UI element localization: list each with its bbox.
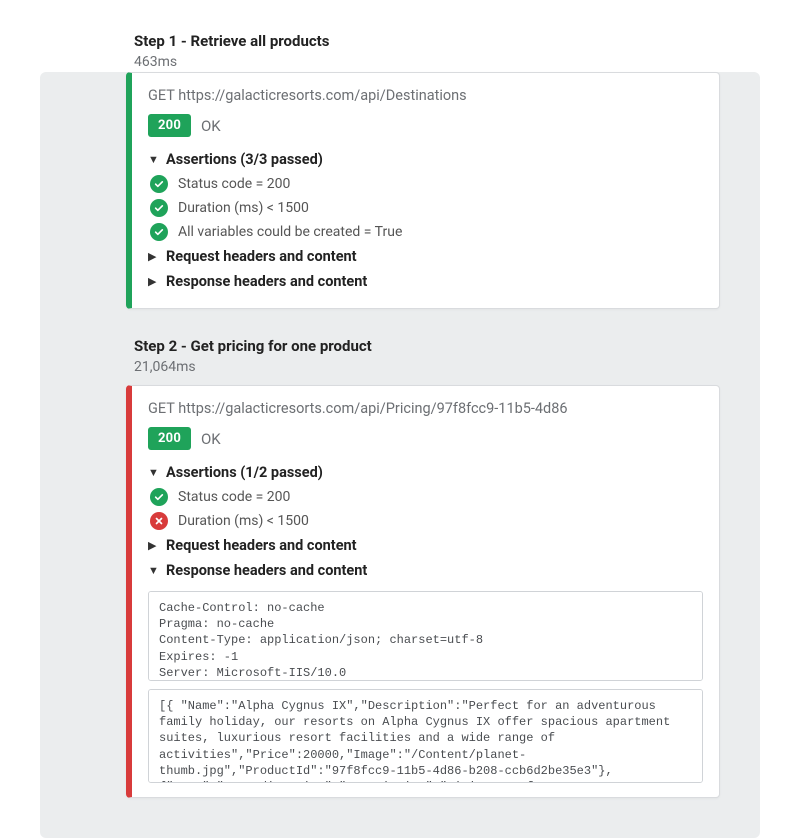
response-body-box[interactable]: [{ "Name":"Alpha Cygnus IX","Description…	[148, 689, 703, 783]
step-duration: 463ms	[134, 54, 760, 70]
assertion-row: Duration (ms) < 1500	[148, 509, 703, 533]
check-icon	[150, 175, 168, 193]
step-duration: 21,064ms	[134, 359, 760, 375]
response-headers-toggle[interactable]: ▶ Response headers and content	[148, 269, 703, 294]
assertion-row: All variables could be created = True	[148, 220, 703, 244]
assertions-toggle[interactable]: ▼ Assertions (3/3 passed)	[148, 147, 703, 172]
step-card: GET https://galacticresorts.com/api/Dest…	[126, 72, 720, 309]
assertion-row: Status code = 200	[148, 172, 703, 196]
results-container: GET https://galacticresorts.com/api/Dest…	[40, 72, 760, 838]
response-headers-box[interactable]: Cache-Control: no-cache Pragma: no-cache…	[148, 591, 703, 681]
caret-right-icon: ▶	[148, 250, 158, 263]
assertions-toggle[interactable]: ▼ Assertions (1/2 passed)	[148, 460, 703, 485]
status-code-badge: 200	[148, 114, 191, 137]
assertion-row: Duration (ms) < 1500	[148, 196, 703, 220]
step-card: GET https://galacticresorts.com/api/Pric…	[126, 385, 720, 798]
caret-right-icon: ▶	[148, 275, 158, 288]
step-title: Step 1 - Retrieve all products	[134, 32, 760, 50]
request-headers-toggle[interactable]: ▶ Request headers and content	[148, 533, 703, 558]
response-headers-toggle[interactable]: ▼ Response headers and content	[148, 558, 703, 583]
check-icon	[150, 223, 168, 241]
caret-right-icon: ▶	[148, 539, 158, 552]
request-line: GET https://galacticresorts.com/api/Dest…	[148, 87, 703, 104]
caret-down-icon: ▼	[148, 466, 158, 479]
caret-down-icon: ▼	[148, 564, 158, 577]
x-icon	[150, 512, 168, 530]
step-header: Step 2 - Get pricing for one product 21,…	[40, 337, 760, 375]
status-text: OK	[201, 430, 221, 448]
status-text: OK	[201, 117, 221, 135]
step-title: Step 2 - Get pricing for one product	[134, 337, 760, 355]
status-code-badge: 200	[148, 427, 191, 450]
request-headers-toggle[interactable]: ▶ Request headers and content	[148, 244, 703, 269]
check-icon	[150, 199, 168, 217]
step-header: Step 1 - Retrieve all products 463ms	[134, 32, 760, 70]
check-icon	[150, 488, 168, 506]
assertion-row: Status code = 200	[148, 485, 703, 509]
request-line: GET https://galacticresorts.com/api/Pric…	[148, 400, 703, 417]
caret-down-icon: ▼	[148, 153, 158, 166]
